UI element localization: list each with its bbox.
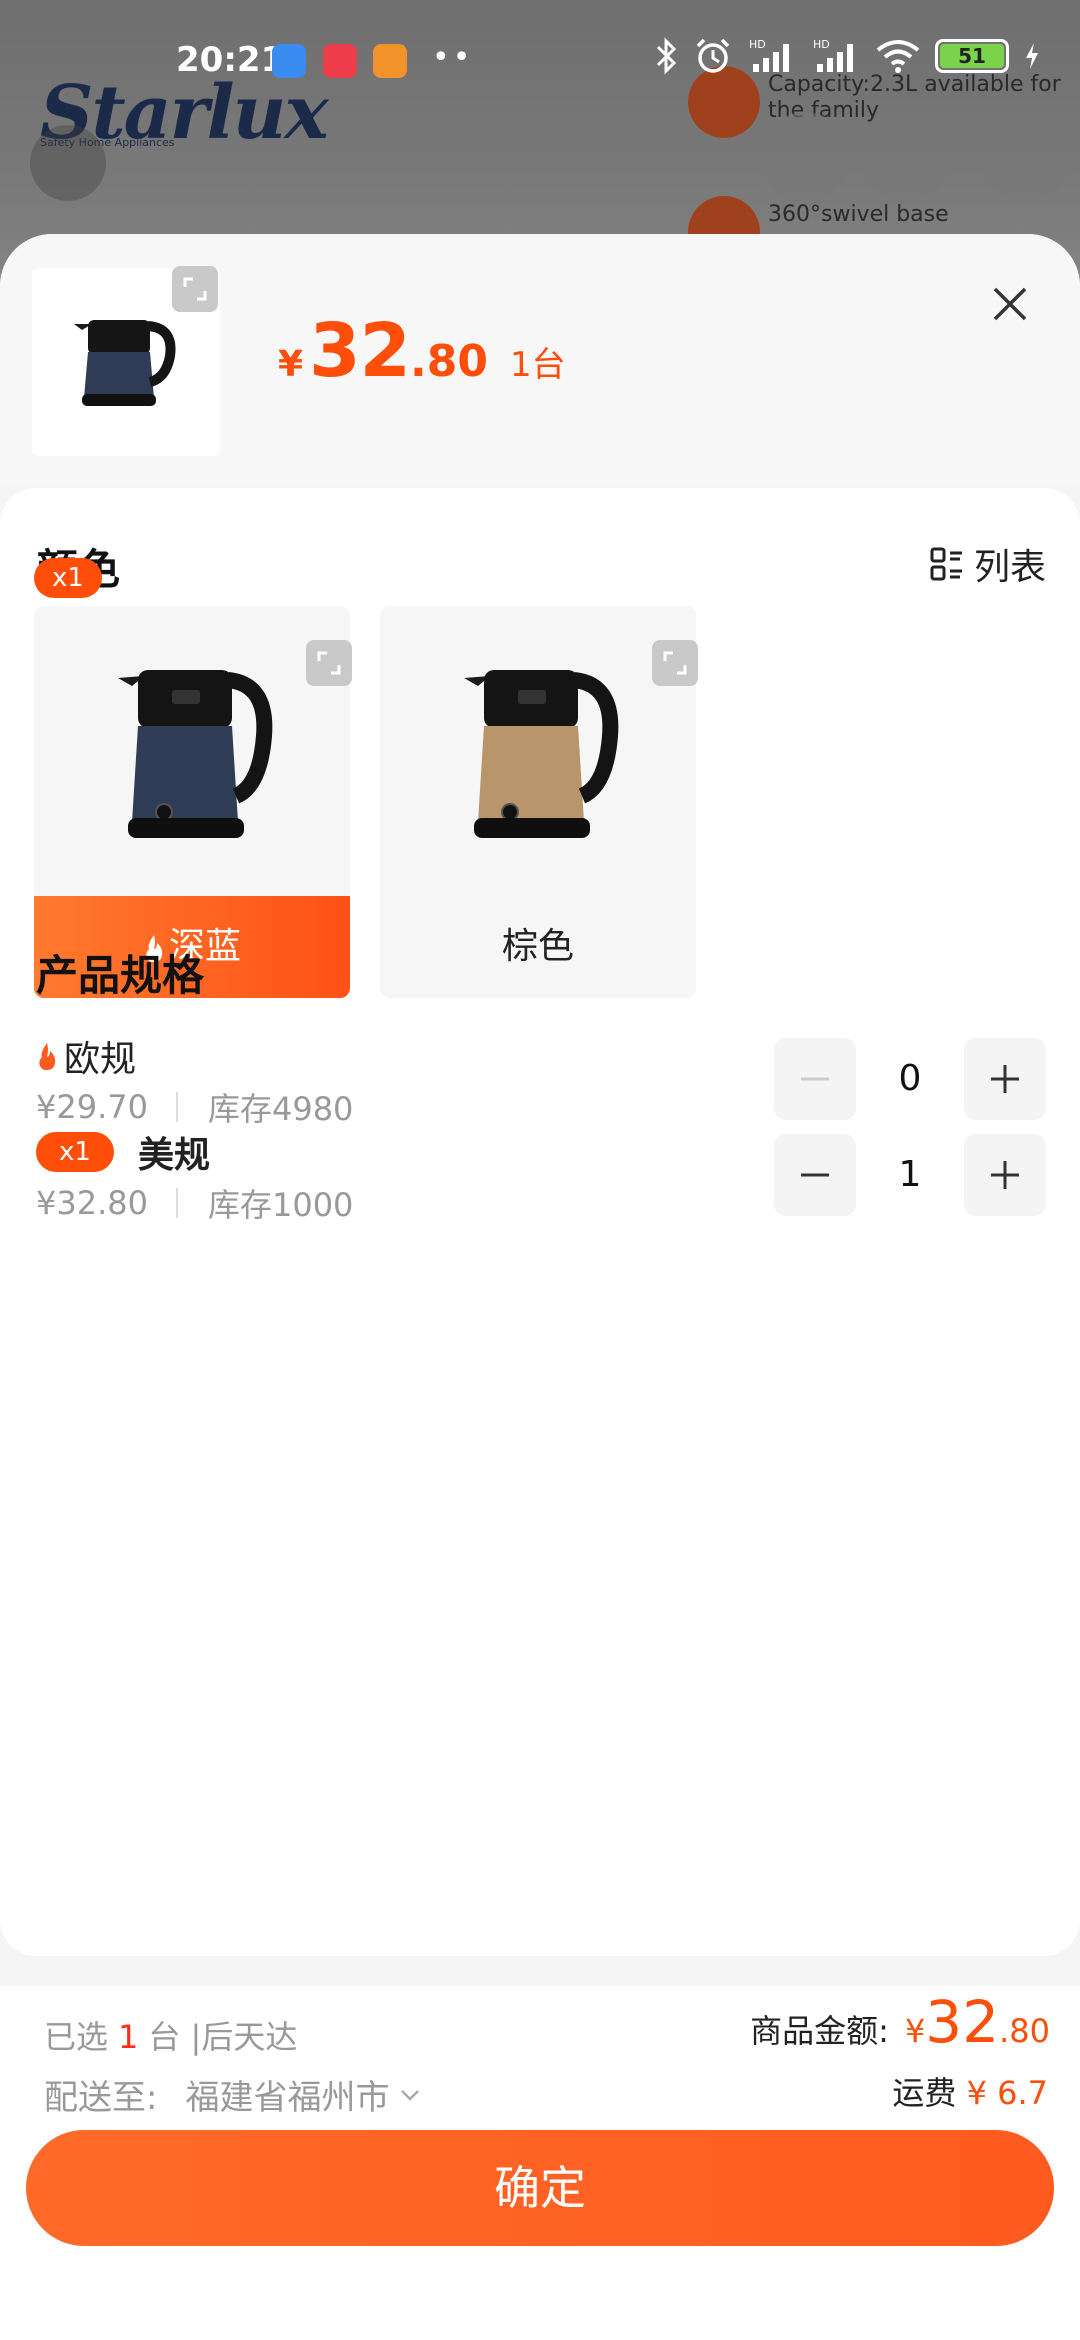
sku-options-panel: 颜色 列表 深蓝 x1	[0, 488, 1080, 1956]
shipping-fee: 运费 ¥ 6.7	[892, 2074, 1048, 2112]
flame-icon	[39, 1043, 56, 1071]
selected-count-badge: x1	[36, 1132, 114, 1172]
kettle-image	[74, 320, 176, 406]
list-view-toggle[interactable]: 列表	[930, 538, 1046, 590]
back-button[interactable]	[30, 125, 106, 201]
plus-icon	[991, 1161, 1019, 1189]
delivery-location: 福建省福州市	[185, 2078, 390, 2118]
spec-stock: 库存4980	[207, 1090, 354, 1128]
bluetooth-icon	[656, 37, 677, 75]
signal-icon: HD	[813, 38, 853, 72]
spec-price: ¥29.70	[36, 1088, 148, 1126]
quantity-value[interactable]: 1	[856, 1134, 964, 1216]
spec-stock: 库存1000	[207, 1186, 354, 1224]
charging-icon	[1026, 43, 1038, 69]
spec-row-us: x1 美规 ¥32.80 库存1000 1	[0, 1126, 1080, 1246]
alarm-icon	[696, 38, 730, 73]
wifi-icon	[876, 40, 920, 73]
more-button[interactable]	[980, 112, 1070, 202]
color-option-brown[interactable]: 棕色	[380, 606, 696, 998]
kettle-blue-image	[118, 670, 273, 838]
signal-icon: HD	[749, 38, 789, 72]
expand-image-icon[interactable]	[172, 266, 218, 312]
selected-summary: 已选 1 台 |后天达	[44, 2018, 298, 2056]
decrease-button[interactable]	[774, 1038, 856, 1120]
app-notification-icon	[323, 44, 357, 78]
increase-button[interactable]	[964, 1038, 1046, 1120]
share-button[interactable]	[860, 112, 950, 202]
quantity-value[interactable]: 0	[856, 1038, 964, 1120]
selected-quantity: 1台	[510, 345, 566, 385]
cart-button[interactable]	[760, 112, 850, 202]
battery-icon: 51	[935, 39, 1009, 73]
more-notifications-icon: ••	[432, 40, 474, 75]
status-bar: 20:21 •• HD HD 51	[0, 0, 1080, 120]
close-icon[interactable]	[980, 274, 1040, 334]
chevron-down-icon	[401, 2089, 420, 2101]
expand-image-icon[interactable]	[652, 640, 698, 686]
spec-price: ¥32.80	[36, 1184, 148, 1222]
order-footer: 已选 1 台 |后天达 配送至: 福建省福州市 商品金额: ¥ 32 .80 运费 …	[0, 1986, 1080, 2340]
minus-icon	[801, 1173, 829, 1177]
status-time: 20:21	[176, 40, 285, 80]
color-option-label: 棕色	[501, 926, 574, 967]
selected-count: 1	[118, 2018, 139, 2056]
app-notification-icon	[272, 44, 306, 78]
spec-name: 美规	[138, 1135, 211, 1176]
quantity-stepper: 1	[774, 1134, 1046, 1216]
increase-button[interactable]	[964, 1134, 1046, 1216]
confirm-button[interactable]: 确定	[26, 2130, 1054, 2246]
list-icon	[930, 547, 962, 581]
spec-section-title: 产品规格	[36, 951, 205, 1000]
sheet-header: ¥ 32 .80 1台	[0, 234, 1080, 484]
delivery-address[interactable]: 配送至: 福建省福州市	[44, 2070, 423, 2119]
expand-image-icon[interactable]	[306, 640, 352, 686]
svg-text:HD: HD	[813, 38, 830, 51]
kettle-brown-image	[464, 670, 619, 838]
spec-name: 欧规	[64, 1039, 137, 1080]
color-option-deep-blue[interactable]: 深蓝	[34, 606, 350, 998]
quantity-stepper: 0	[774, 1038, 1046, 1120]
svg-text:HD: HD	[749, 38, 766, 51]
status-icons: HD HD 51	[655, 36, 1041, 76]
plus-icon	[991, 1065, 1019, 1093]
decrease-button[interactable]	[774, 1134, 856, 1216]
minus-icon	[801, 1077, 829, 1081]
selected-price: ¥ 32 .80 1台	[278, 308, 566, 394]
goods-amount: 商品金额: ¥ 32 .80	[750, 1988, 1050, 2056]
selected-count-badge: x1	[34, 558, 102, 598]
app-notification-icon	[373, 44, 407, 78]
